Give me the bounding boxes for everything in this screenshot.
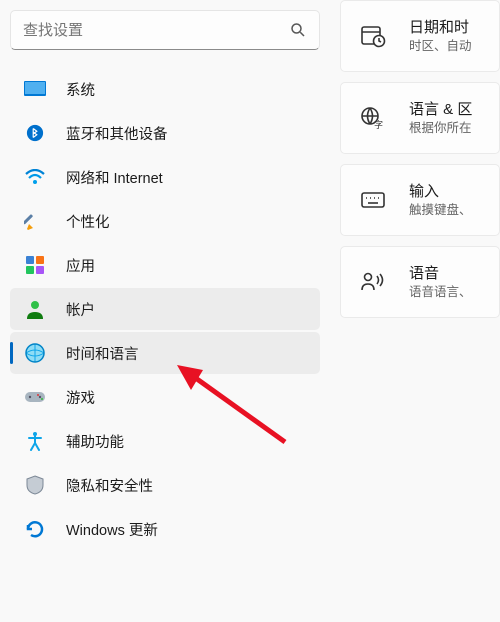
sidebar-item-label: 隐私和安全性 xyxy=(66,475,153,496)
card-title: 日期和时 xyxy=(409,18,472,38)
sidebar-item-accounts[interactable]: 帐户 xyxy=(10,288,320,330)
sidebar-item-label: 个性化 xyxy=(66,211,110,232)
shield-icon xyxy=(22,472,48,498)
sidebar-item-privacy[interactable]: 隐私和安全性 xyxy=(10,464,320,506)
sidebar-item-network[interactable]: 网络和 Internet xyxy=(10,156,320,198)
card-speech[interactable]: 语音 语音语言、 xyxy=(340,246,500,318)
sidebar-item-accessibility[interactable]: 辅助功能 xyxy=(10,420,320,462)
card-subtitle: 根据你所在 xyxy=(409,120,472,136)
bluetooth-icon xyxy=(22,120,48,146)
search-icon xyxy=(289,21,307,39)
sidebar-item-label: 蓝牙和其他设备 xyxy=(66,123,168,144)
card-text: 语言 & 区 根据你所在 xyxy=(409,100,472,136)
paintbrush-icon xyxy=(22,208,48,234)
card-language-region[interactable]: 字 语言 & 区 根据你所在 xyxy=(340,82,500,154)
card-typing[interactable]: 输入 触摸键盘、 xyxy=(340,164,500,236)
speech-icon xyxy=(359,268,387,296)
system-icon xyxy=(22,76,48,102)
svg-text:字: 字 xyxy=(374,119,383,130)
card-title: 语音 xyxy=(409,264,472,284)
accessibility-icon xyxy=(22,428,48,454)
search-container xyxy=(10,0,320,68)
language-icon: 字 xyxy=(359,104,387,132)
sidebar-item-label: 辅助功能 xyxy=(66,431,124,452)
content-pane: 日期和时 时区、自动 字 语言 & 区 根据你所在 输入 触摸键盘、 语音 语音… xyxy=(330,0,500,622)
keyboard-icon xyxy=(359,186,387,214)
update-icon xyxy=(22,516,48,542)
card-text: 日期和时 时区、自动 xyxy=(409,18,472,54)
settings-sidebar: 系统 蓝牙和其他设备 网络和 Internet 个性化 应用 xyxy=(0,0,330,622)
card-text: 输入 触摸键盘、 xyxy=(409,182,472,218)
search-input[interactable] xyxy=(23,22,289,39)
card-title: 输入 xyxy=(409,182,472,202)
sidebar-item-apps[interactable]: 应用 xyxy=(10,244,320,286)
sidebar-item-bluetooth[interactable]: 蓝牙和其他设备 xyxy=(10,112,320,154)
sidebar-item-label: 系统 xyxy=(66,79,95,100)
search-input-wrapper[interactable] xyxy=(10,10,320,50)
sidebar-item-windows-update[interactable]: Windows 更新 xyxy=(10,508,320,550)
card-subtitle: 语音语言、 xyxy=(409,284,472,300)
gamepad-icon xyxy=(22,384,48,410)
nav-list: 系统 蓝牙和其他设备 网络和 Internet 个性化 应用 xyxy=(10,68,320,550)
card-subtitle: 触摸键盘、 xyxy=(409,202,472,218)
sidebar-item-personalization[interactable]: 个性化 xyxy=(10,200,320,242)
sidebar-item-time-language[interactable]: 时间和语言 xyxy=(10,332,320,374)
sidebar-item-system[interactable]: 系统 xyxy=(10,68,320,110)
apps-icon xyxy=(22,252,48,278)
sidebar-item-label: 帐户 xyxy=(66,299,95,320)
wifi-icon xyxy=(22,164,48,190)
sidebar-item-label: 应用 xyxy=(66,255,95,276)
card-text: 语音 语音语言、 xyxy=(409,264,472,300)
card-title: 语言 & 区 xyxy=(409,100,472,120)
calendar-clock-icon xyxy=(359,22,387,50)
clock-globe-icon xyxy=(22,340,48,366)
sidebar-item-gaming[interactable]: 游戏 xyxy=(10,376,320,418)
sidebar-item-label: 网络和 Internet xyxy=(66,167,163,188)
sidebar-item-label: 时间和语言 xyxy=(66,343,139,364)
card-datetime[interactable]: 日期和时 时区、自动 xyxy=(340,0,500,72)
sidebar-item-label: Windows 更新 xyxy=(66,519,158,540)
sidebar-item-label: 游戏 xyxy=(66,387,95,408)
person-icon xyxy=(22,296,48,322)
card-subtitle: 时区、自动 xyxy=(409,38,472,54)
